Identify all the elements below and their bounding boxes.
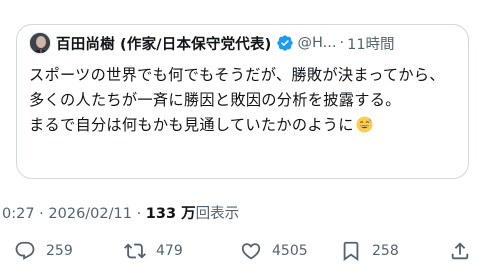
quoted-post-text: スポーツの世界でも何でもそうだが、勝敗が決まってから、多くの人たちが一斉に勝因と… — [29, 63, 454, 138]
timestamp[interactable]: 11時間 — [347, 33, 394, 54]
author-handle[interactable]: @H... — [298, 35, 337, 51]
retweet-button[interactable]: 479 — [124, 236, 183, 266]
action-bar: 259 479 4505 258 — [0, 236, 480, 266]
views-count: 133 万 — [145, 206, 196, 222]
reply-button[interactable]: 259 — [14, 236, 73, 266]
quoted-post-card[interactable]: 百田尚樹 (作家/日本保守党代表) @H... · 11時間 スポーツの世界でも… — [16, 24, 469, 179]
views-label: 回表示 — [195, 206, 240, 222]
heart-icon — [241, 243, 261, 260]
post-meta: 0:27 · 2026/02/11 · 133 万回表示 — [2, 202, 239, 223]
verified-badge-icon — [276, 35, 293, 51]
author-name[interactable]: 百田尚樹 (作家/日本保守党代表) — [56, 33, 272, 54]
reply-count: 259 — [46, 243, 73, 259]
share-icon — [451, 242, 469, 260]
separator-dot: · — [339, 35, 345, 51]
retweet-count: 479 — [156, 243, 183, 259]
grinning-sweat-emoji-icon — [356, 116, 373, 133]
post-text: スポーツの世界でも何でもそうだが、勝敗が決まってから、多くの人たちが一斉に勝因と… — [29, 66, 445, 134]
bookmark-icon — [343, 241, 359, 262]
like-count: 4505 — [272, 243, 308, 259]
post-datetime[interactable]: 0:27 · 2026/02/11 · — [2, 206, 146, 222]
like-button[interactable]: 4505 — [240, 236, 308, 266]
bookmark-count: 258 — [372, 243, 399, 259]
retweet-icon — [124, 243, 146, 259]
share-button[interactable] — [449, 236, 471, 266]
bookmark-button[interactable]: 258 — [340, 236, 399, 266]
reply-icon — [15, 241, 35, 260]
avatar[interactable] — [29, 32, 51, 54]
quoted-post-header: 百田尚樹 (作家/日本保守党代表) @H... · 11時間 — [29, 31, 395, 55]
